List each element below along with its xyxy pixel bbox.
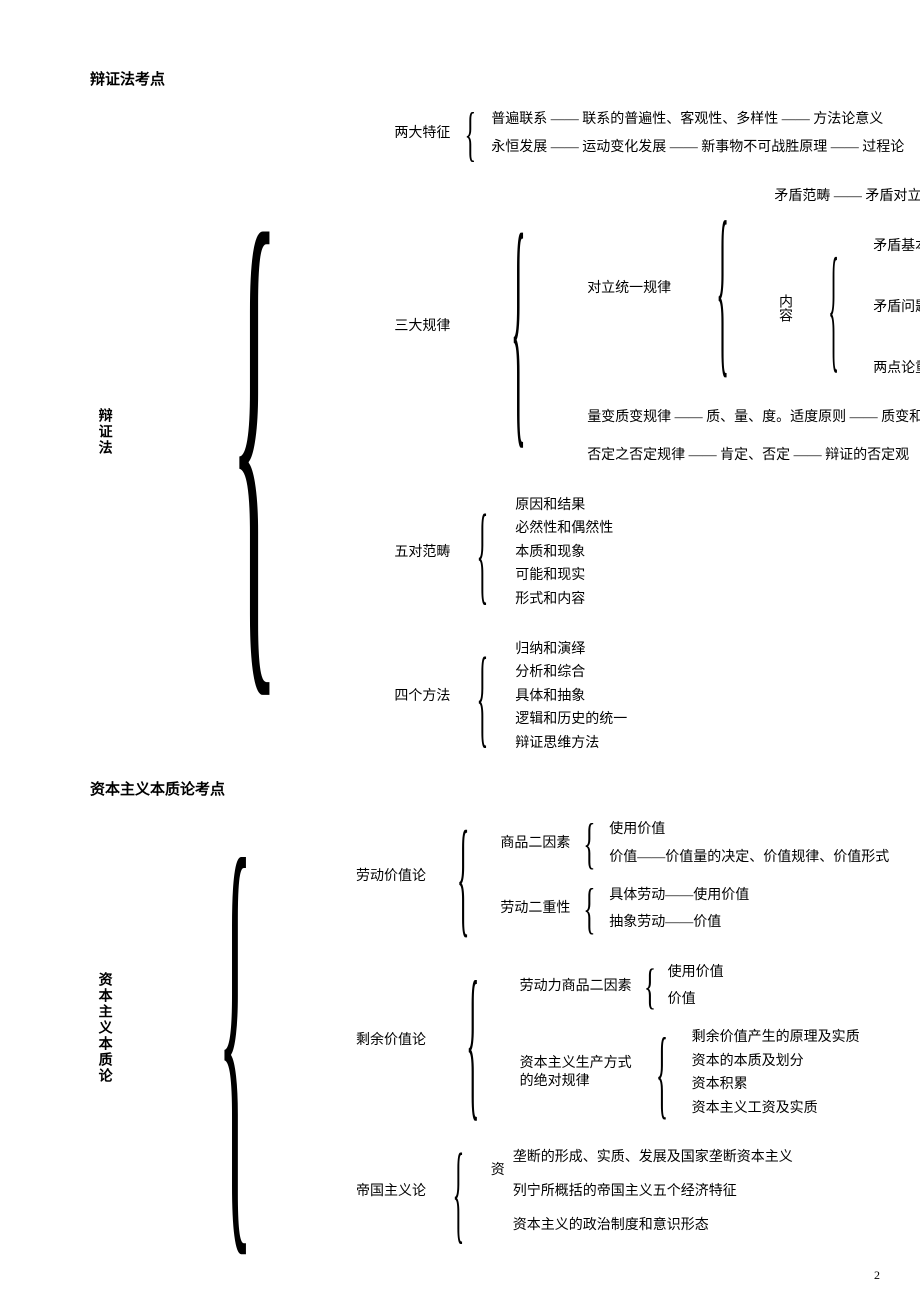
five-categories-label: 五对范畴 [390, 543, 454, 563]
leaf-text: 辩证思维方法 [515, 733, 627, 755]
prefix-label: 资 [487, 1161, 509, 1181]
essence-label: 矛盾问题的精髓 [869, 298, 920, 318]
leaf-text: 资本主义工资及实质 [692, 1098, 860, 1120]
leaf-text: 资本的本质及划分 [692, 1051, 860, 1073]
content-label: 内容 [770, 294, 798, 322]
leaf-text: 普遍联系 —— 联系的普遍性、客观性、多样性 —— 方法论意义 [491, 109, 904, 131]
leaf-text: 否定之否定规律 —— 肯定、否定 —— 辩证的否定观 [587, 445, 920, 467]
leaf-text: 矛盾范畴 —— 矛盾对立面 —— 矛盾关系 [774, 186, 920, 208]
leaf-text: 原因和结果 [515, 495, 613, 517]
labor-duality-label: 劳动二重性 [496, 899, 574, 919]
commodity-two-factors-label: 商品二因素 [496, 834, 574, 854]
leaf-text: 资本积累 [692, 1074, 860, 1096]
unity-opposites-label: 对立统一规律 [583, 279, 675, 299]
three-laws-label: 三大规律 [390, 317, 454, 337]
leaf-text: 必然性和偶然性 [515, 518, 613, 540]
leaf-text: 永恒发展 —— 运动变化发展 —— 新事物不可战胜原理 —— 过程论 [491, 137, 904, 159]
leaf-text: 量变质变规律 —— 质、量、度。适度原则 —— 质变和量变及其辩证关系 [587, 407, 920, 429]
leaf-text: 剩余价值产生的原理及实质 [692, 1027, 860, 1049]
leaf-text: 分析和综合 [515, 662, 627, 684]
leaf-text: 抽象劳动——价值 [609, 912, 749, 934]
labor-value-label: 劳动价值论 [352, 867, 430, 887]
leaf-text: 本质和现象 [515, 542, 613, 564]
leaf-text: 形式和内容 [515, 589, 613, 611]
basic-attr-label: 矛盾基本属性 [869, 237, 920, 257]
imperialism-label: 帝国主义论 [352, 1182, 430, 1202]
two-point-label: 两点论重点论的统一 [869, 359, 920, 379]
leaf-text: 列宁所概括的帝国主义五个经济特征 [513, 1181, 793, 1203]
leaf-text: 逻辑和历史的统一 [515, 709, 627, 731]
section2-heading: 资本主义本质论考点 [90, 780, 860, 801]
leaf-text: 使用价值 [609, 819, 889, 841]
section1-heading: 辩证法考点 [90, 70, 860, 91]
two-features-label: 两大特征 [390, 124, 454, 144]
leaf-text: 具体和抽象 [515, 686, 627, 708]
leaf-text: 归纳和演绎 [515, 639, 627, 661]
leaf-text: 可能和现实 [515, 565, 613, 587]
leaf-text: 使用价值 [668, 962, 724, 984]
leaf-text: 具体劳动——使用价值 [609, 885, 749, 907]
surplus-value-label: 剩余价值论 [352, 1031, 430, 1051]
capitalism-tree: 资本主义本质论 { 劳动价值论 { 商品二因素 { 使用价值 价值——价值量的决… [90, 819, 860, 1236]
labor-power-two-factors-label: 劳动力商品二因素 [516, 977, 636, 997]
dialectics-tree: 辩证法 { 两大特征 { 普遍联系 —— 联系的普遍性、客观性、多样性 —— 方… [90, 109, 860, 754]
leaf-text: 价值——价值量的决定、价值规律、价值形式 [609, 847, 889, 869]
absolute-law-label: 资本主义生产方式 的绝对规律 [516, 1055, 636, 1091]
four-methods-label: 四个方法 [390, 687, 454, 707]
page-number: 2 [874, 1267, 880, 1284]
leaf-text: 垄断的形成、实质、发展及国家垄断资本主义 [513, 1147, 793, 1169]
dialectics-root: 辩证法 [90, 408, 118, 456]
leaf-text: 资本主义的政治制度和意识形态 [513, 1215, 793, 1237]
leaf-text: 价值 [668, 989, 724, 1011]
capitalism-root: 资本主义本质论 [90, 972, 118, 1084]
